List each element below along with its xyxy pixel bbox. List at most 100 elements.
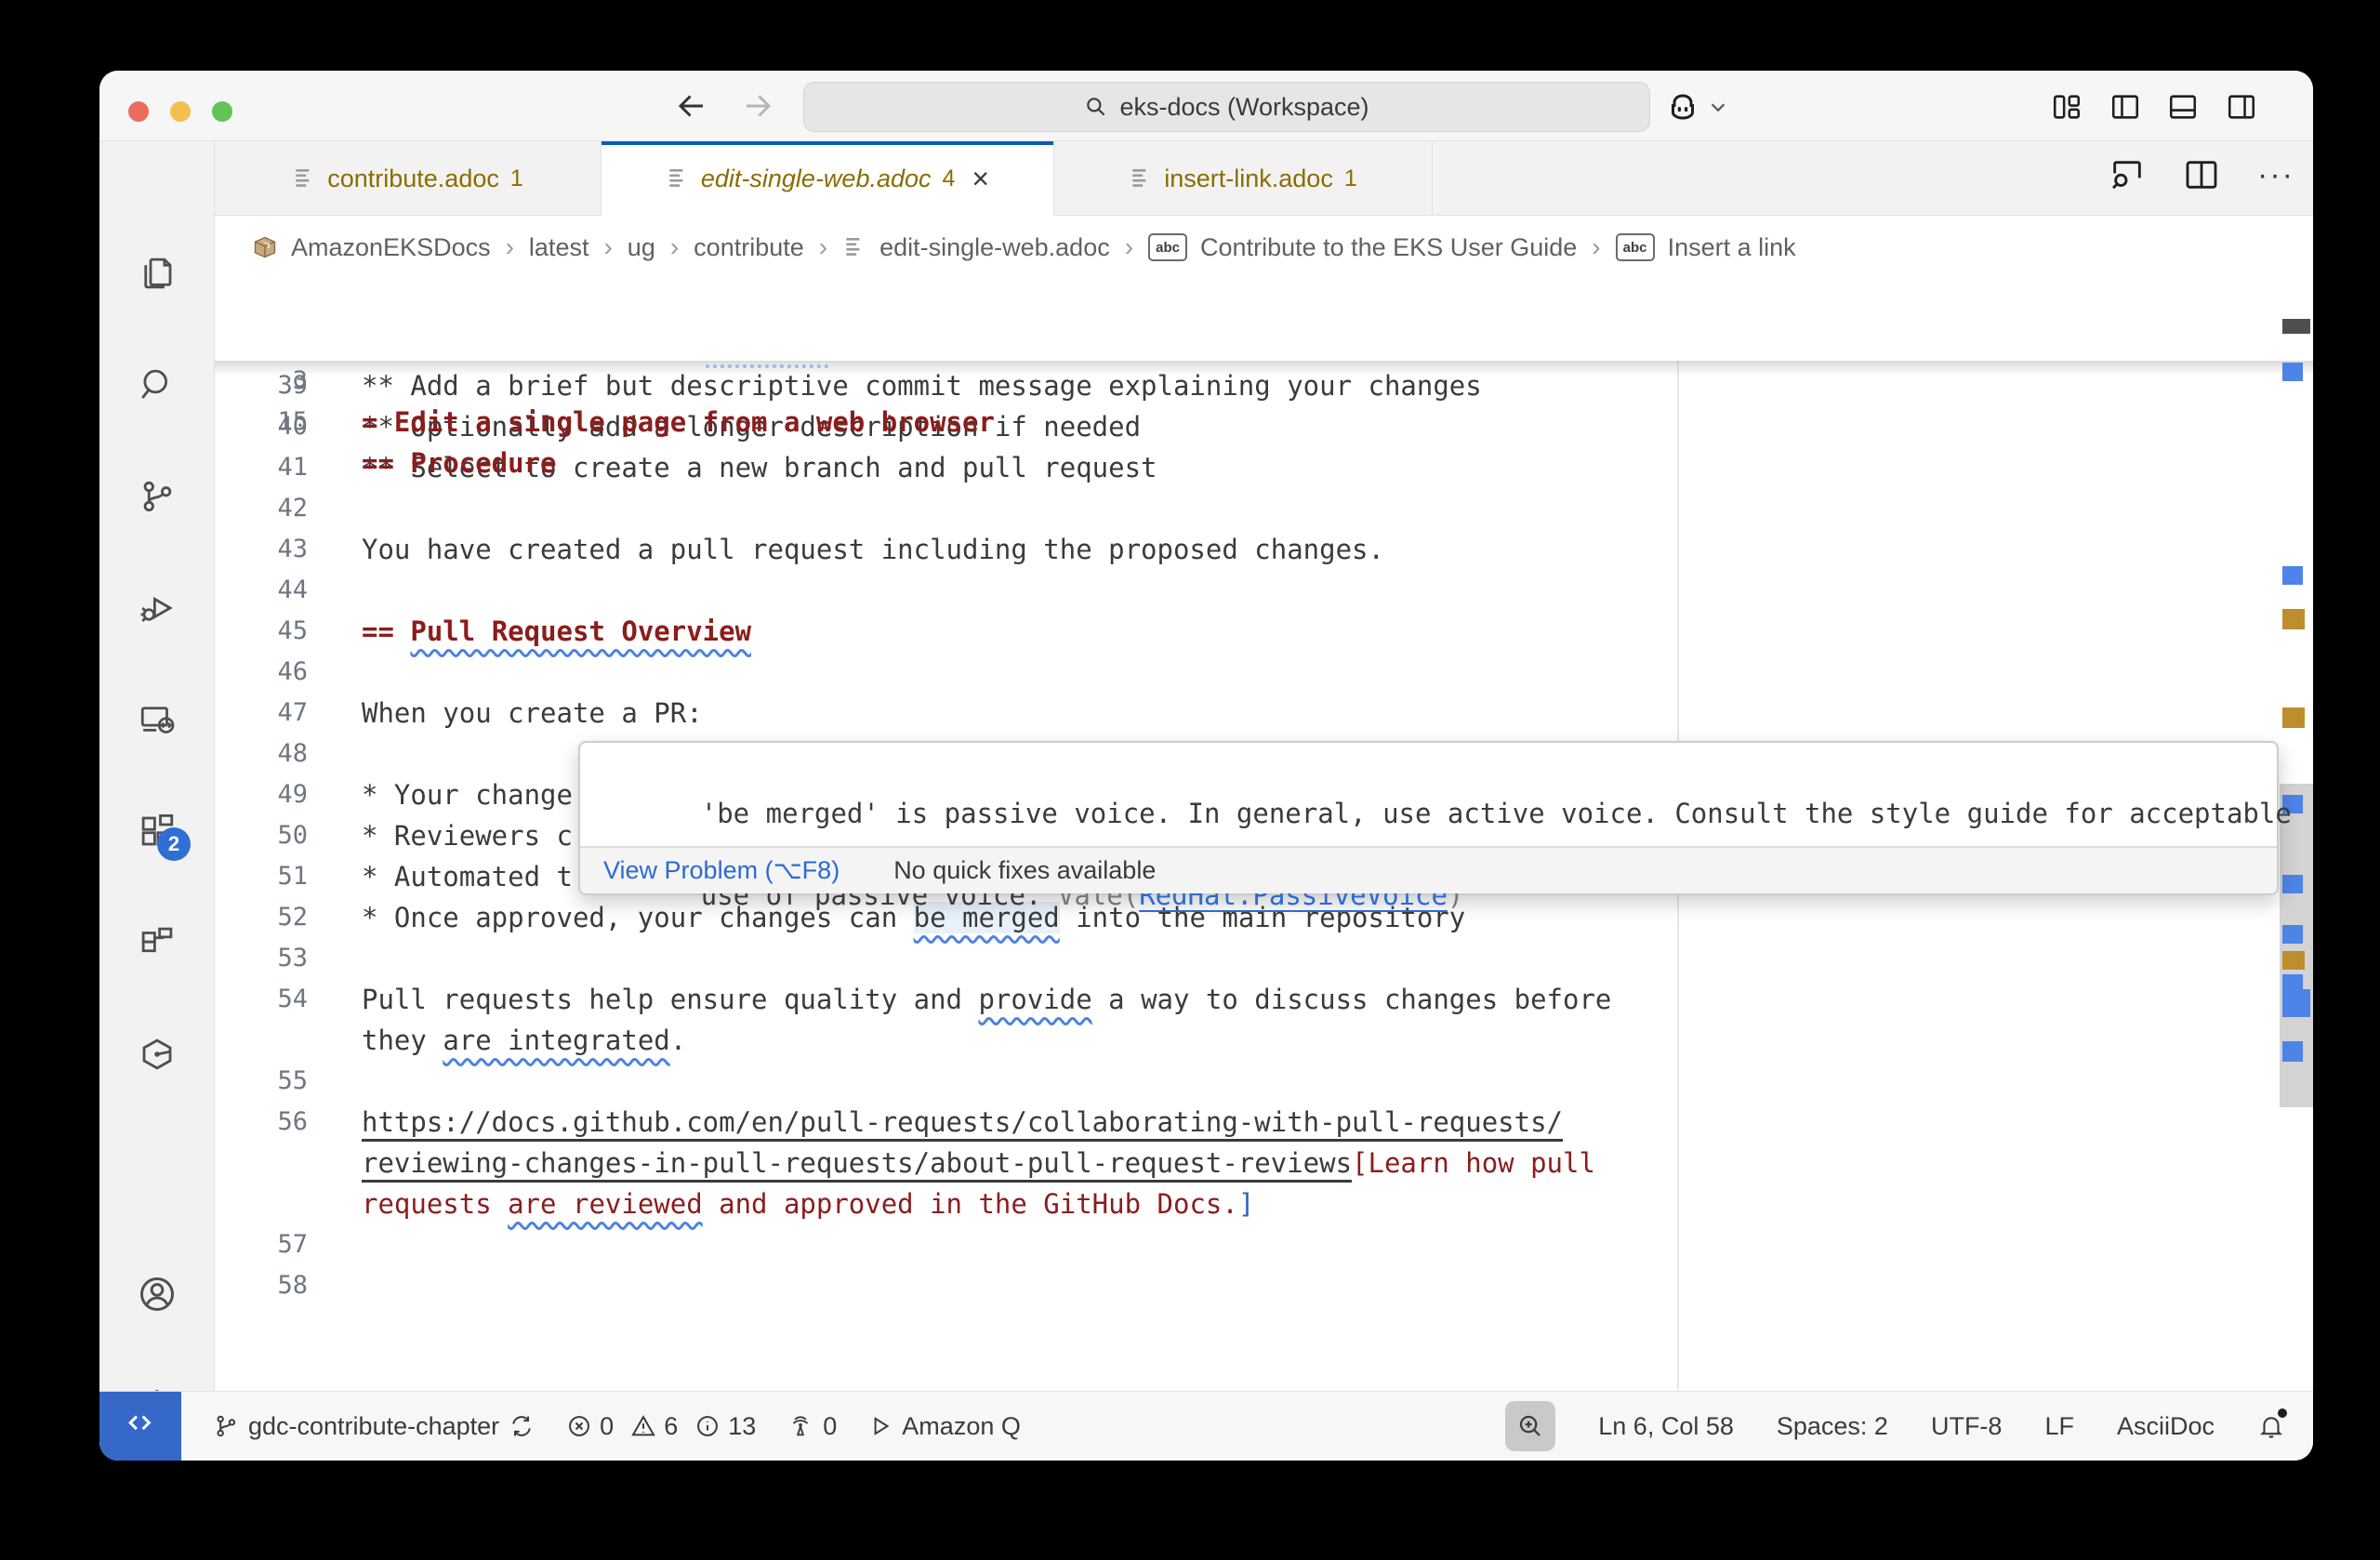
sticky-line[interactable]: 15 == Procedure (215, 320, 2313, 361)
breadcrumb-item-symbol-2[interactable]: Insert a link (1668, 233, 1796, 262)
line-number[interactable]: 57 (215, 1224, 308, 1265)
breadcrumb-separator: › (504, 232, 516, 262)
tab-contribute-adoc[interactable]: contribute.adoc 1 (215, 141, 602, 216)
maximize-window-button[interactable] (212, 101, 232, 122)
problems-item[interactable]: 0 6 13 (566, 1412, 756, 1441)
overview-mark (2282, 989, 2310, 1017)
ports-item[interactable]: 0 (787, 1412, 837, 1441)
notifications-bell-icon[interactable] (2257, 1412, 2285, 1440)
overview-mark (2282, 609, 2305, 629)
breadcrumb-item-root[interactable]: AmazonEKSDocs (291, 233, 491, 262)
forward-arrow-icon[interactable] (739, 87, 776, 125)
open-preview-icon[interactable] (2107, 154, 2148, 195)
line-number[interactable]: 42 (215, 488, 308, 529)
line-number[interactable]: 56 (215, 1102, 308, 1143)
view-problem-link[interactable]: View Problem (⌥F8) (603, 856, 840, 885)
git-branch-item[interactable]: gdc-contribute-chapter (213, 1412, 535, 1441)
eol-sequence[interactable]: LF (2044, 1412, 2074, 1441)
search-icon (1084, 95, 1108, 119)
symbol-string-icon: abc (1616, 233, 1655, 261)
back-arrow-icon[interactable] (673, 87, 710, 125)
ports-count: 0 (823, 1412, 837, 1441)
line-number[interactable]: 51 (215, 856, 308, 897)
code-text: Pull requests help ensure quality and pr… (362, 979, 1611, 1020)
line-number[interactable]: 50 (215, 815, 308, 856)
line-number[interactable]: 53 (215, 938, 308, 979)
line-number[interactable]: 58 (215, 1265, 308, 1306)
explorer-icon[interactable] (122, 238, 192, 309)
code-line[interactable]: 43You have created a pull request includ… (215, 529, 2280, 570)
adoc-file-icon (1129, 166, 1153, 191)
line-number[interactable]: 55 (215, 1061, 308, 1102)
encoding[interactable]: UTF-8 (1931, 1412, 2003, 1441)
source-control-icon[interactable] (122, 461, 192, 532)
amazon-q-item[interactable]: Amazon Q (868, 1412, 1021, 1441)
code-line[interactable]: requests are reviewed and approved in th… (215, 1183, 2280, 1224)
split-editor-icon[interactable] (2181, 154, 2222, 195)
tab-edit-single-web-adoc-active[interactable]: edit-single-web.adoc 4 × (602, 141, 1054, 216)
cursor-position[interactable]: Ln 6, Col 58 (1598, 1412, 1734, 1441)
breadcrumb-item-symbol-1[interactable]: Contribute to the EKS User Guide (1200, 233, 1577, 262)
code-line[interactable]: 54 Pull requests help ensure quality and … (215, 979, 2280, 1020)
partial-squiggle (706, 364, 828, 368)
amazon-q-label: Amazon Q (902, 1412, 1021, 1441)
more-actions-icon[interactable]: ··· (2255, 154, 2296, 195)
package-icon (252, 234, 278, 260)
account-icon[interactable] (122, 1259, 192, 1329)
search-sidebar-icon[interactable] (122, 350, 192, 420)
code-line[interactable]: 45== Pull Request Overview (215, 611, 2280, 652)
code-line[interactable]: 44 (215, 570, 2280, 611)
line-number[interactable]: 49 (215, 774, 308, 815)
hierarchy-view-icon[interactable] (122, 907, 192, 978)
code-line[interactable]: 47When you create a PR: (215, 693, 2280, 734)
tab-insert-link-adoc[interactable]: insert-link.adoc 1 (1054, 141, 1433, 216)
hex-extension-icon[interactable] (122, 1019, 192, 1090)
line-number[interactable]: 47 (215, 693, 308, 734)
line-number[interactable]: 52 (215, 897, 308, 938)
chevron-down-icon[interactable] (1704, 89, 1732, 125)
code-line[interactable]: 46 (215, 652, 2280, 693)
minimize-window-button[interactable] (170, 101, 191, 122)
indentation[interactable]: Spaces: 2 (1777, 1412, 1888, 1441)
code-line[interactable]: 55 (215, 1061, 2280, 1102)
code-line[interactable]: 42 (215, 488, 2280, 529)
code-line[interactable]: 56https://docs.github.com/en/pull-reques… (215, 1102, 2280, 1143)
line-number[interactable]: 48 (215, 734, 308, 774)
extensions-icon[interactable]: 2 (122, 796, 192, 866)
code-text: * Reviewers c (362, 815, 573, 856)
adoc-file-icon (842, 235, 866, 259)
toggle-panel-icon[interactable] (2165, 89, 2201, 125)
symbol-string-icon: abc (1148, 233, 1187, 261)
line-number[interactable]: 45 (215, 611, 308, 652)
line-number[interactable]: 43 (215, 529, 308, 570)
code-line[interactable]: reviewing-changes-in-pull-requests/about… (215, 1143, 2280, 1183)
warning-icon (630, 1413, 656, 1439)
line-number[interactable]: 46 (215, 652, 308, 693)
language-mode[interactable]: AsciiDoc (2117, 1412, 2215, 1441)
command-center-search[interactable]: eks-docs (Workspace) (803, 82, 1650, 132)
toggle-primary-sidebar-icon[interactable] (2108, 89, 2143, 125)
breadcrumb-item-latest[interactable]: latest (529, 233, 589, 262)
toggle-secondary-sidebar-icon[interactable] (2224, 89, 2259, 125)
line-number[interactable]: 54 (215, 979, 308, 1020)
breadcrumb-item-file[interactable]: edit-single-web.adoc (879, 233, 1110, 262)
run-debug-icon[interactable] (122, 573, 192, 643)
tab-problem-count: 4 (943, 165, 956, 192)
sticky-line[interactable]: 3 = Edit a single page from a web browse… (215, 279, 2313, 320)
overview-mark (2282, 951, 2305, 970)
zoom-indicator[interactable] (1505, 1401, 1555, 1451)
close-window-button[interactable] (128, 101, 149, 122)
line-number[interactable]: 44 (215, 570, 308, 611)
close-tab-icon[interactable]: × (972, 164, 989, 193)
breadcrumb-item-contribute[interactable]: contribute (694, 233, 804, 262)
remote-indicator-button[interactable] (99, 1392, 181, 1461)
code-line[interactable]: 58 (215, 1265, 2280, 1306)
remote-explorer-icon[interactable] (122, 684, 192, 755)
code-line[interactable]: they are integrated. (215, 1020, 2280, 1061)
breadcrumb-item-ug[interactable]: ug (628, 233, 655, 262)
copilot-icon[interactable] (1665, 89, 1700, 125)
customize-layout-icon[interactable] (2049, 89, 2084, 125)
tab-label: edit-single-web.adoc (701, 165, 932, 193)
overview-mark (2282, 319, 2310, 334)
code-line[interactable]: 57 (215, 1224, 2280, 1265)
